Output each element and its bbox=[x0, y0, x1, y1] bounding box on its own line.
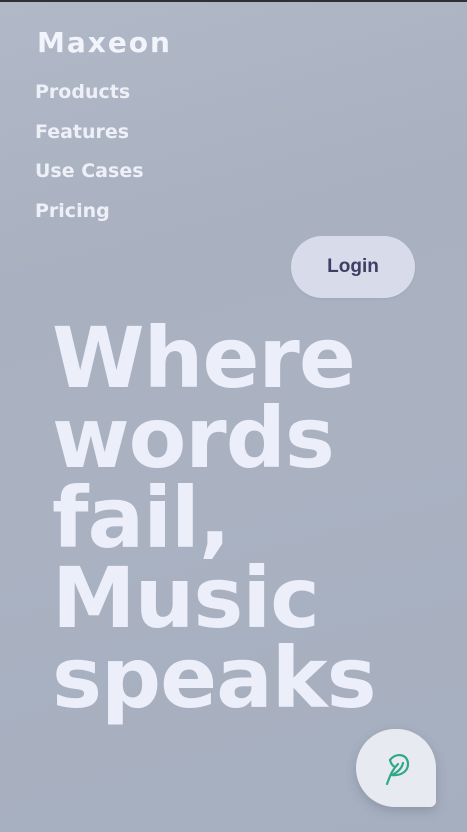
brand-logo[interactable]: Maxeon bbox=[37, 26, 172, 59]
hero-line: Where bbox=[52, 309, 356, 407]
nav-item-pricing[interactable]: Pricing bbox=[35, 198, 144, 238]
hero-line: fail, bbox=[52, 469, 231, 567]
chat-widget-button[interactable] bbox=[356, 729, 436, 807]
nav-item-products[interactable]: Products bbox=[35, 79, 144, 119]
nav-item-features[interactable]: Features bbox=[35, 119, 144, 159]
feather-chat-icon bbox=[385, 754, 410, 786]
login-button[interactable]: Login bbox=[291, 236, 415, 298]
hero-line: Music bbox=[52, 549, 320, 647]
nav-item-use-cases[interactable]: Use Cases bbox=[35, 158, 144, 198]
hero-line: words bbox=[52, 389, 335, 487]
main-nav: Products Features Use Cases Pricing bbox=[35, 79, 144, 237]
hero-line: speaks bbox=[52, 629, 377, 727]
hero-headline: Where words fail, Music speaks bbox=[52, 309, 457, 727]
top-border bbox=[0, 0, 467, 2]
